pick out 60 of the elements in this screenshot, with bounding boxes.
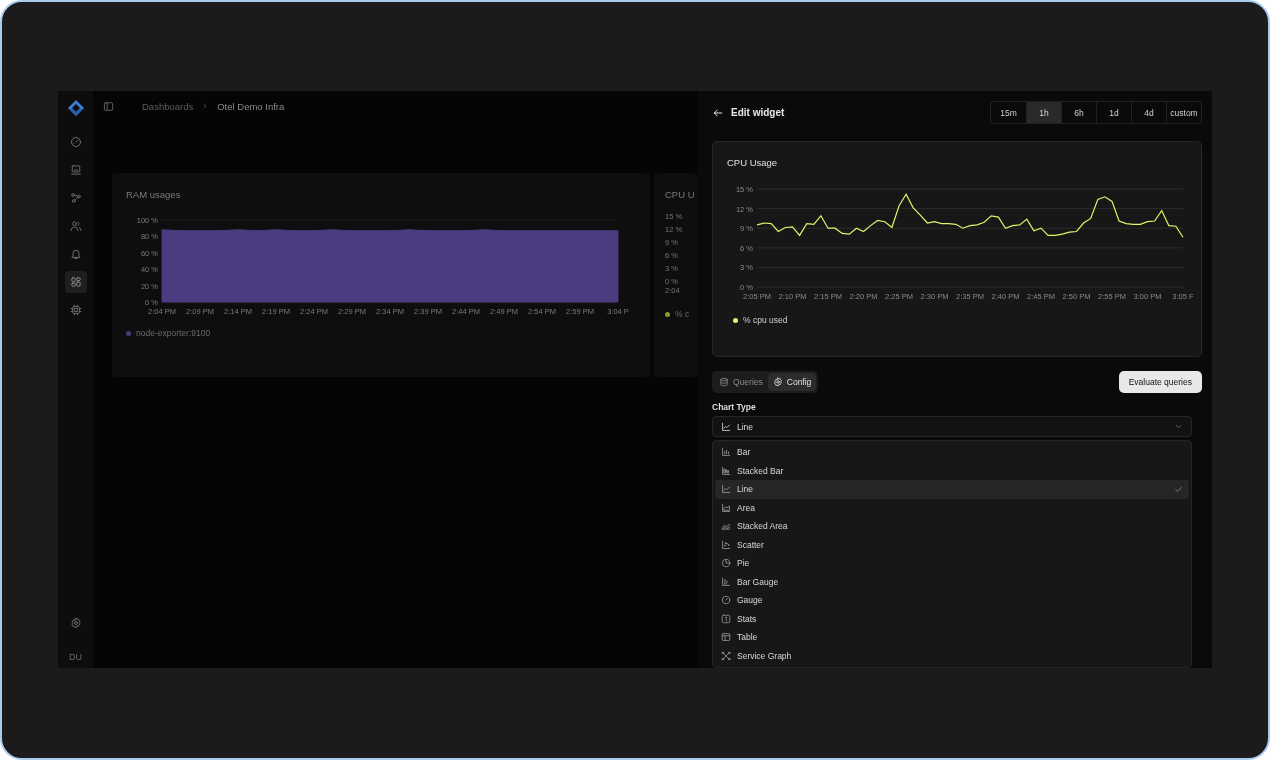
breadcrumb-item: Otel Demo Infra — [217, 100, 285, 112]
field-label: Chart Type — [712, 402, 757, 413]
menu-option[interactable]: Gauge — [715, 591, 1189, 610]
workflow-icon — [69, 192, 82, 204]
scatter-chart-icon — [721, 539, 731, 550]
time-range-option[interactable]: 6h — [1061, 102, 1096, 123]
bar-chart-icon — [721, 447, 731, 458]
menu-option[interactable]: Bar — [715, 443, 1189, 462]
table-icon — [721, 632, 731, 643]
panel-title: Edit widget — [731, 107, 785, 118]
monitor-icon — [69, 164, 82, 176]
menu-option[interactable]: Service Graph — [715, 646, 1189, 665]
time-range-option[interactable]: 1h — [1026, 102, 1061, 123]
time-range-option[interactable]: 1d — [1096, 102, 1131, 123]
menu-option[interactable]: Area — [715, 498, 1189, 517]
tab[interactable]: Queries — [714, 373, 768, 392]
gauge-icon — [721, 595, 731, 606]
menu-option[interactable]: Table — [715, 628, 1189, 647]
legend-label: node-exporter:9100 — [136, 328, 211, 338]
menu-option[interactable]: Line — [715, 480, 1189, 499]
area-chart-icon — [721, 502, 731, 513]
menu-option[interactable]: Scatter — [715, 535, 1189, 554]
card-title: RAM usages — [126, 189, 182, 200]
stacked-area-icon — [721, 521, 731, 532]
settings-icon — [69, 617, 82, 629]
stacked-bar-icon — [721, 465, 731, 476]
line-chart-icon — [721, 421, 731, 432]
menu-option[interactable]: Pie — [715, 554, 1189, 573]
check-icon — [1174, 484, 1183, 494]
legend-label: % cpu used — [743, 315, 788, 325]
time-range-option[interactable]: custom — [1166, 102, 1201, 123]
back-arrow-icon — [712, 106, 724, 119]
dashboard-icon — [69, 276, 82, 288]
gauge-icon — [69, 136, 82, 148]
evaluate-button[interactable]: Evaluate queries — [1118, 371, 1202, 394]
menu-option[interactable]: Stacked Bar — [715, 461, 1189, 480]
bar-gauge-icon — [721, 576, 731, 587]
time-range-option[interactable]: 15m — [991, 102, 1026, 123]
graph-nodes-icon — [721, 650, 731, 661]
menu-option[interactable]: Stacked Area — [715, 517, 1189, 536]
user-avatar[interactable]: DU — [67, 650, 84, 664]
tab[interactable]: Config — [767, 373, 817, 392]
chart-type-select[interactable]: Line — [712, 416, 1192, 437]
line-chart-icon — [721, 484, 731, 495]
menu-option[interactable]: Stats — [715, 609, 1189, 628]
stats-icon — [721, 613, 731, 624]
time-range-option[interactable]: 4d — [1131, 102, 1166, 123]
bell-icon — [69, 248, 82, 260]
logo-icon[interactable] — [66, 99, 85, 117]
users-icon — [69, 220, 82, 232]
sidebar-item[interactable] — [64, 271, 87, 293]
sidebar-toggle-icon — [103, 100, 114, 112]
database-icon — [719, 377, 729, 388]
legend-label: % c — [675, 309, 690, 319]
pie-chart-icon — [721, 558, 731, 569]
card-title: CPU Usage — [727, 157, 779, 168]
chip-icon — [69, 304, 82, 316]
settings-icon — [772, 377, 783, 388]
card-title: CPU U — [665, 189, 696, 200]
menu-option[interactable]: Bar Gauge — [715, 572, 1189, 591]
